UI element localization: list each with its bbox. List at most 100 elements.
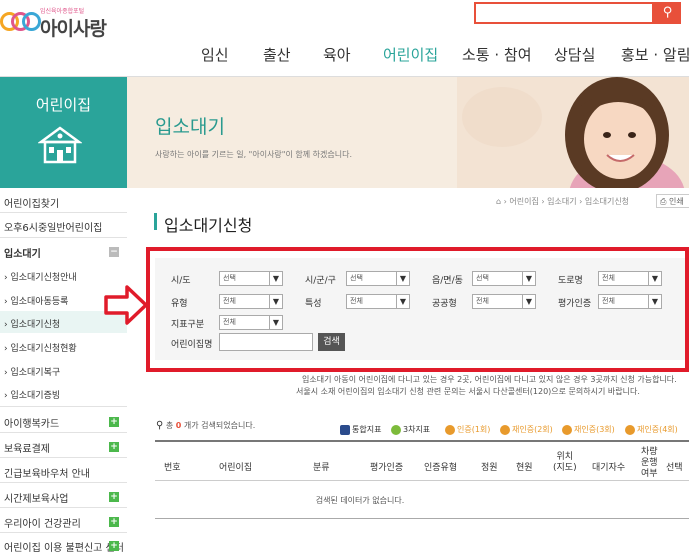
search-button[interactable]: ⚲ [654,2,681,24]
breadcrumb: ⌂ › 어린이집 › 입소대기 › 입소대기신청 [496,196,629,207]
road-select[interactable]: 전체 ▼ [598,271,662,286]
expand-icon[interactable]: + [109,417,119,427]
legend-cert-2: 재인증(2회) [500,424,553,435]
eupmyeon-select[interactable]: 선택 ▼ [472,271,536,286]
medal-icon [445,424,455,435]
sidebar-subitem-proof[interactable]: › 입소대기증빙 [4,388,60,401]
sidebar-divider [0,406,127,407]
eval-select[interactable]: 전체 ▼ [598,294,662,309]
col-vehicle: 차량 운행 여부 [641,447,658,479]
expand-icon[interactable]: + [109,541,119,551]
logo[interactable]: 임신육아종합포털 아이사랑 [0,0,110,50]
indicator-value: 전체 [223,318,236,326]
third-indicator-icon [391,424,401,435]
count-suffix: 개가 검색되었습니다. [183,421,256,430]
filter-highlight-box [146,247,689,372]
col-eval: 평가인증 [370,463,404,473]
expand-icon[interactable]: + [109,442,119,452]
sidebar-subitem-status[interactable]: › 입소대기신청현황 [4,341,77,354]
home-icon[interactable]: ⌂ [496,197,501,206]
sidebar-item-emergency-voucher[interactable]: 긴급보육바우처 안내 [4,465,90,480]
public-select[interactable]: 전체 ▼ [472,294,536,309]
sidebar-subitem-restore[interactable]: › 입소대기복구 [4,365,60,378]
special-select[interactable]: 전체 ▼ [346,294,410,309]
eval-label: 평가인증 [558,299,592,309]
count-value: 0 [175,421,182,430]
name-label: 어린이집명 [171,340,213,350]
table-bottom-border [155,518,689,519]
sidebar-divider [0,507,127,508]
special-label: 특성 [305,299,322,309]
sido-value: 선택 [223,274,236,282]
breadcrumb-item[interactable]: 입소대기신청 [585,197,629,206]
search-submit-button[interactable]: 검색 [318,333,345,351]
sigungu-value: 선택 [350,274,363,282]
sidebar-item-fee-payment[interactable]: 보육료결제 [4,440,50,455]
sidebar-item-evening-daycare[interactable]: 오후6시중일반어린이집 [4,219,102,234]
page-title-bar [154,213,157,230]
medal-icon [562,424,572,435]
nav-item-pregnancy[interactable]: 임신 [201,44,229,65]
expand-icon[interactable]: + [109,517,119,527]
collapse-icon[interactable]: − [109,247,119,257]
col-location: 위치 (지도) [553,452,577,473]
sidebar-subitem-apply[interactable]: › 입소대기신청 [4,317,60,330]
sidebar-item-happy-card[interactable]: 아이행복카드 [4,415,59,430]
print-label: 인쇄 [668,197,684,206]
col-waiting: 대기자수 [592,463,626,473]
sido-label: 시/도 [171,276,191,286]
empty-table-message: 검색된 데이터가 없습니다. [315,496,405,505]
notice-line-2: 서울시 소재 어린이집의 입소대기 신청 관련 문의는 서울시 다산콜센터(12… [296,387,640,396]
count-prefix: 총 [165,421,174,430]
breadcrumb-item[interactable]: 어린이집 [509,197,538,206]
sidebar-subitem-child-register[interactable]: › 입소대아동등록 [4,294,68,307]
page-title: 입소대기신청 [164,216,253,235]
sidebar-item-health[interactable]: 우리아이 건강관리 [4,515,81,530]
sidebar-item-find-daycare[interactable]: 어린이집찾기 [4,195,59,210]
nav-item-counseling[interactable]: 상담실 [554,44,595,65]
sidebar-item-hourly-care[interactable]: 시간제보육사업 [4,490,68,505]
daycare-name-input[interactable] [219,333,313,351]
type-label: 유형 [171,299,188,309]
eupmyeon-value: 선택 [476,274,489,282]
sidebar-item-complaint[interactable]: 어린이집 이용 불편신고 센터 [4,539,124,554]
sido-select[interactable]: 선택 ▼ [219,271,283,286]
sidebar-item-waitlist[interactable]: 입소대기 [4,245,41,260]
sigungu-select[interactable]: 선택 ▼ [346,271,410,286]
logo-title: 아이사랑 [40,18,107,40]
magnifier-icon: ⚲ [156,420,164,431]
chevron-down-icon: ▼ [648,295,661,308]
breadcrumb-item[interactable]: 입소대기 [547,197,576,206]
expand-icon[interactable]: + [109,492,119,502]
chevron-down-icon: ▼ [269,316,282,329]
nav-item-birth[interactable]: 출산 [263,44,291,65]
road-value: 전체 [602,274,615,282]
public-label: 공공형 [432,299,457,309]
legend-cert-1: 인증(1회) [445,424,490,435]
chevron-down-icon: ▼ [269,295,282,308]
table-header-divider [155,480,689,481]
result-count: ⚲ 총 0 개가 검색되었습니다. [156,420,255,431]
sidebar-divider [0,457,127,458]
search-input[interactable] [474,2,654,24]
sidebar-title: 어린이집 [35,96,92,114]
nav-item-parenting[interactable]: 육아 [323,44,351,65]
integrated-indicator-icon [340,424,350,435]
sidebar-divider [0,237,127,238]
nav-item-community[interactable]: 소통 · 참여 [462,44,532,65]
print-button[interactable]: ⎙ 인쇄 [656,194,689,208]
col-current: 현원 [516,463,533,473]
sidebar-divider [0,212,127,213]
medal-icon [500,424,510,435]
sidebar-subitem-guide[interactable]: › 입소대기신청안내 [4,270,77,283]
nav-item-daycare[interactable]: 어린이집 [383,44,438,65]
print-icon: ⎙ [660,197,667,206]
nav-item-notice[interactable]: 홍보 · 알림 [621,44,689,65]
chevron-down-icon: ▼ [396,272,409,285]
public-value: 전체 [476,297,489,305]
eval-value: 전체 [602,297,615,305]
eupmyeon-label: 읍/면/동 [432,276,463,286]
indicator-select[interactable]: 전체 ▼ [219,315,283,330]
type-select[interactable]: 전체 ▼ [219,294,283,309]
logo-circles-icon [0,12,41,36]
